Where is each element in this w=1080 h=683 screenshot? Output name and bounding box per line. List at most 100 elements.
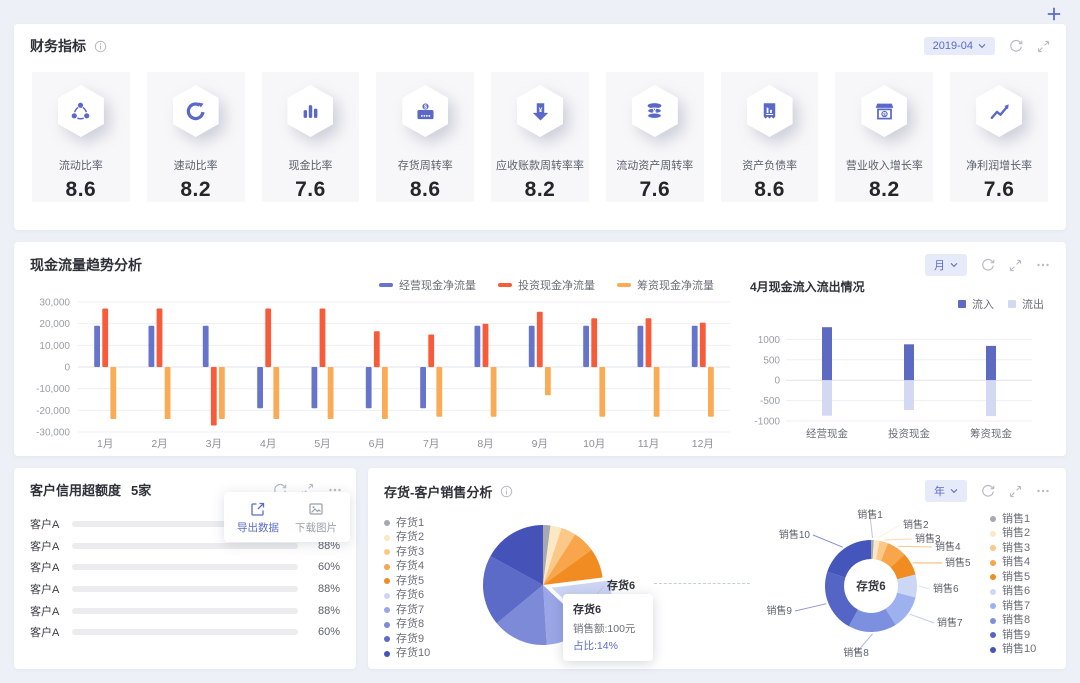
cashflow-trend-chart[interactable]: 30,000 20,000 10,000 0 -10,000 -20,000 -30,000… [30,294,736,460]
legend-item-销售8[interactable]: 销售8 [990,615,1052,626]
bar[interactable] [202,325,209,367]
bar[interactable] [257,367,263,409]
legend-item-销售3[interactable]: 销售3 [990,542,1052,554]
export-data-menu-item[interactable]: 导出数据 [237,501,279,535]
indicator-card: $ 存货周转率 8.6 [376,72,475,202]
period-dropdown[interactable]: 2019-04 [923,37,995,55]
sales-donut-chart[interactable]: 销售1销售2销售3销售4销售5销售6销售7销售8销售9销售10存货6 [758,506,990,676]
legend-item-投资现金净流量[interactable]: 投资现金净流量 [498,277,595,293]
bar[interactable] [94,325,100,367]
bar[interactable] [490,367,497,417]
legend-item-存货1[interactable]: 存货1 [384,517,446,529]
expand-button[interactable] [1009,485,1022,498]
bar[interactable] [536,311,543,368]
bar[interactable] [691,325,698,367]
info-icon[interactable] [500,485,513,498]
legend-item-存货2[interactable]: 存货2 [384,532,446,543]
bar[interactable] [545,367,551,396]
legend-item-流出[interactable]: 流出 [1008,296,1044,312]
bar[interactable] [528,325,535,367]
bar[interactable] [148,325,155,367]
bar[interactable] [210,367,217,426]
bar[interactable] [311,367,318,409]
bar[interactable] [436,367,443,417]
bar[interactable] [637,325,644,367]
bar[interactable] [482,323,489,367]
donut-slice-销售10[interactable] [827,540,871,578]
refresh-button[interactable] [1009,39,1023,53]
donut-label-line [918,585,931,590]
legend-item-存货4[interactable]: 存货4 [384,561,446,572]
legend-item-销售9[interactable]: 销售9 [990,629,1052,641]
cash-register-icon: $ [414,100,437,123]
legend-item-存货8[interactable]: 存货8 [384,619,446,630]
donut-slice-销售9[interactable] [825,571,858,627]
refresh-button[interactable] [981,258,995,272]
download-image-menu-item[interactable]: 下载图片 [295,501,337,535]
more-button[interactable] [1036,258,1050,272]
bar[interactable] [102,308,109,368]
bar[interactable] [382,367,388,419]
info-icon[interactable] [94,40,107,53]
bar-流入[interactable] [822,327,832,381]
bar[interactable] [156,308,163,368]
bar-流入[interactable] [986,345,996,381]
legend-item-存货7[interactable]: 存货7 [384,604,446,616]
legend-item-销售10[interactable]: 销售10 [990,644,1052,655]
bar[interactable] [420,367,426,409]
expand-button[interactable] [1037,40,1050,53]
bar[interactable] [653,367,660,417]
legend-item-销售2[interactable]: 销售2 [990,528,1052,539]
cashflow-period-dropdown[interactable]: 月 [925,254,967,276]
legend-item-销售6[interactable]: 销售6 [990,586,1052,597]
bar[interactable] [583,325,589,367]
expand-button[interactable] [1009,259,1022,272]
bar[interactable] [591,318,598,368]
bar-流出[interactable] [986,380,996,417]
bar[interactable] [599,367,606,417]
svg-text:-30,000: -30,000 [36,428,70,439]
legend-item-存货3[interactable]: 存货3 [384,546,446,558]
bar[interactable] [273,367,280,419]
series-筹资现金净流量[interactable] [110,367,714,419]
indicator-card: 流动比率 8.6 [32,72,130,202]
bar-流入[interactable] [904,344,914,381]
bar[interactable] [373,331,380,368]
bar-流出[interactable] [822,380,832,416]
legend-item-筹资现金净流量[interactable]: 筹资现金净流量 [617,277,714,293]
legend-item-存货10[interactable]: 存货10 [384,648,446,659]
legend-item-销售7[interactable]: 销售7 [990,600,1052,612]
legend-item-经营现金净流量[interactable]: 经营现金净流量 [379,277,476,293]
legend-item-销售4[interactable]: 销售4 [990,557,1052,568]
bar[interactable] [265,308,272,368]
bar-流出[interactable] [904,380,914,410]
legend-label: 流出 [1022,299,1044,311]
legend-item-存货5[interactable]: 存货5 [384,575,446,587]
bar[interactable] [699,322,706,367]
donut-callout-label: 销售9 [766,604,792,617]
add-widget-button[interactable] [1046,6,1062,22]
legend-item-存货9[interactable]: 存货9 [384,633,446,645]
bar[interactable] [365,367,372,409]
legend-item-销售1[interactable]: 销售1 [990,513,1052,525]
bar[interactable] [110,367,117,419]
refresh-button[interactable] [981,484,995,498]
bar[interactable] [645,318,652,368]
bar[interactable] [319,308,326,368]
sales-period-dropdown[interactable]: 年 [925,480,967,502]
more-button[interactable] [1036,484,1050,498]
cash-inout-chart[interactable]: 1000 500 0 -500 -1000 经营现金 投资现金 筹资现金 [750,313,1040,445]
bar[interactable] [708,367,714,417]
bar[interactable] [428,334,435,368]
legend-item-销售5[interactable]: 销售5 [990,571,1052,583]
legend-dot [990,588,996,595]
legend-item-存货6[interactable]: 存货6 [384,590,446,601]
indicator-value: 8.6 [754,178,785,201]
legend-item-流入[interactable]: 流入 [958,296,994,312]
bar[interactable] [219,367,225,419]
bar[interactable] [327,367,334,419]
bar[interactable] [164,367,171,419]
chevron-down-icon [978,44,986,49]
bar[interactable] [474,325,481,367]
legend-label: 经营现金净流量 [399,280,476,292]
